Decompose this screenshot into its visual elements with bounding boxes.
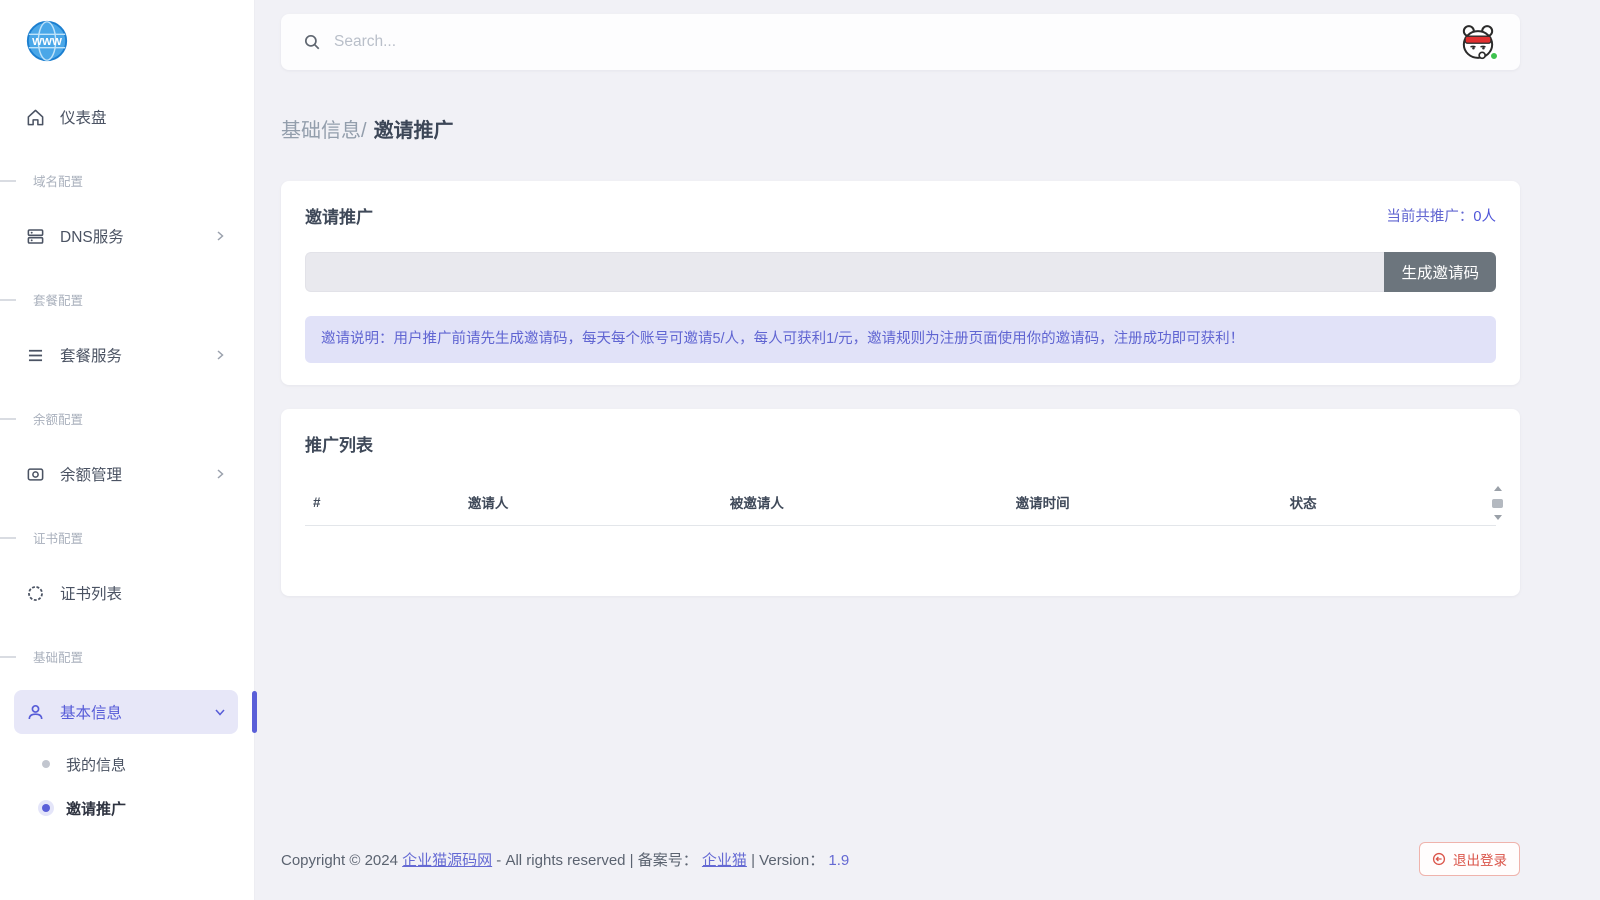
chevron-right-icon [214, 349, 226, 361]
invite-code-input[interactable] [305, 252, 1384, 292]
sidebar-item-dashboard[interactable]: 仪表盘 [14, 95, 238, 139]
chevron-right-icon [214, 468, 226, 480]
copyright-text: Copyright © 2024 企业猫源码网 - All rights res… [281, 849, 849, 870]
sidebar-item-label: 证书列表 [60, 582, 226, 604]
column-header-time: 邀请时间 [1008, 482, 1282, 526]
sidebar-item-dns[interactable]: DNS服务 [14, 214, 238, 258]
list-icon [26, 346, 45, 365]
sidebar-section-domain: 域名配置 [0, 171, 254, 190]
section-divider [0, 299, 16, 301]
breadcrumb-current: 邀请推广 [374, 120, 454, 142]
copyright-prefix: Copyright © 2024 [281, 852, 402, 869]
invite-notice-alert: 邀请说明：用户推广前请先生成邀请码，每天每个账号可邀请5/人，每人可获利1/元，… [305, 316, 1496, 363]
logout-button[interactable]: 退出登录 [1419, 842, 1520, 876]
column-header-index: # [305, 482, 460, 526]
search-input[interactable] [334, 33, 1458, 51]
sidebar-subitem-label: 邀请推广 [66, 798, 126, 819]
column-header-status: 状态 [1282, 482, 1496, 526]
top-header-bar [281, 14, 1520, 70]
breadcrumb: 基础信息/邀请推广 [281, 114, 1520, 143]
section-divider [0, 537, 16, 539]
app-logo[interactable]: WWW [0, 18, 254, 69]
scroll-down-arrow-icon[interactable] [1494, 515, 1502, 520]
certificate-icon [26, 584, 45, 603]
sidebar-item-label: DNS服务 [60, 225, 199, 247]
invite-card-title: 邀请推广 [305, 203, 373, 228]
wallet-icon [26, 465, 45, 484]
table-scrollbar[interactable] [1491, 486, 1504, 520]
column-header-inviter: 邀请人 [460, 482, 722, 526]
sidebar-item-certificates[interactable]: 证书列表 [14, 571, 238, 615]
user-avatar[interactable] [1458, 22, 1498, 62]
scroll-up-arrow-icon[interactable] [1494, 486, 1502, 491]
sidebar-item-basic-info[interactable]: 基本信息 [14, 690, 238, 734]
svg-text:WWW: WWW [32, 36, 62, 48]
invite-code-group: 生成邀请码 [305, 252, 1496, 292]
sidebar-section-label: 套餐配置 [33, 290, 83, 309]
globe-www-icon: WWW [24, 18, 70, 64]
column-header-invitee: 被邀请人 [722, 482, 1008, 526]
breadcrumb-parent[interactable]: 基础信息/ [281, 120, 367, 142]
sidebar: WWW 仪表盘 域名配置 DNS服务 套餐配置 套餐服务 [0, 0, 255, 900]
version-label: | Version： [747, 852, 828, 869]
bullet-dot-icon [42, 760, 50, 768]
sidebar-section-label: 域名配置 [33, 171, 83, 190]
sidebar-subitem-label: 我的信息 [66, 754, 126, 775]
sidebar-item-label: 基本信息 [60, 701, 199, 723]
user-icon [26, 703, 45, 722]
sidebar-section-balance: 余额配置 [0, 409, 254, 428]
content-spacer [281, 620, 1520, 826]
main-content: 基础信息/邀请推广 邀请推广 当前共推广：0人 生成邀请码 邀请说明：用户推广前… [255, 0, 1600, 900]
sidebar-item-label: 余额管理 [60, 463, 199, 485]
promotion-table: # 邀请人 被邀请人 邀请时间 状态 [305, 482, 1496, 574]
invite-count: 当前共推广：0人 [1386, 205, 1496, 226]
version-value: 1.9 [828, 852, 849, 869]
site-link[interactable]: 企业猫源码网 [402, 852, 492, 869]
sidebar-section-label: 余额配置 [33, 409, 83, 428]
scrollbar-thumb[interactable] [1492, 499, 1503, 508]
home-icon [26, 108, 45, 127]
sidebar-section-package: 套餐配置 [0, 290, 254, 309]
promotion-list-title: 推广列表 [305, 431, 1496, 456]
section-divider [0, 656, 16, 658]
logout-arrow-icon [1432, 852, 1446, 866]
invite-count-label: 当前共推广： [1386, 209, 1473, 225]
logout-label: 退出登录 [1453, 849, 1507, 869]
sidebar-subitem-invite[interactable]: 邀请推广 [30, 788, 238, 828]
section-divider [0, 418, 16, 420]
icp-link[interactable]: 企业猫 [702, 852, 747, 869]
active-indicator [252, 691, 257, 733]
sidebar-section-label: 基础配置 [33, 647, 83, 666]
search-icon [303, 33, 321, 51]
invite-card: 邀请推广 当前共推广：0人 生成邀请码 邀请说明：用户推广前请先生成邀请码，每天… [281, 181, 1520, 385]
sidebar-item-packages[interactable]: 套餐服务 [14, 333, 238, 377]
chevron-down-icon [214, 706, 226, 718]
dns-server-icon [26, 227, 45, 246]
bullet-dot-icon [42, 804, 50, 812]
sidebar-section-label: 证书配置 [33, 528, 83, 547]
copyright-middle: - All rights reserved | 备案号： [492, 852, 702, 869]
section-divider [0, 180, 16, 182]
sidebar-item-label: 仪表盘 [60, 106, 226, 128]
chevron-right-icon [214, 230, 226, 242]
sidebar-section-certificate: 证书配置 [0, 528, 254, 547]
sidebar-item-label: 套餐服务 [60, 344, 199, 366]
sidebar-section-basic: 基础配置 [0, 647, 254, 666]
page-footer: Copyright © 2024 企业猫源码网 - All rights res… [281, 826, 1520, 900]
empty-table-body [305, 526, 1496, 574]
online-status-dot [1489, 51, 1499, 61]
sidebar-item-balance[interactable]: 余额管理 [14, 452, 238, 496]
invite-count-value: 0人 [1473, 209, 1496, 225]
promotion-list-card: 推广列表 # 邀请人 被邀请人 邀请时间 状态 [281, 409, 1520, 596]
table-header-row: # 邀请人 被邀请人 邀请时间 状态 [305, 482, 1496, 526]
sidebar-subitem-my-info[interactable]: 我的信息 [30, 744, 238, 784]
generate-invite-code-button[interactable]: 生成邀请码 [1384, 252, 1496, 292]
